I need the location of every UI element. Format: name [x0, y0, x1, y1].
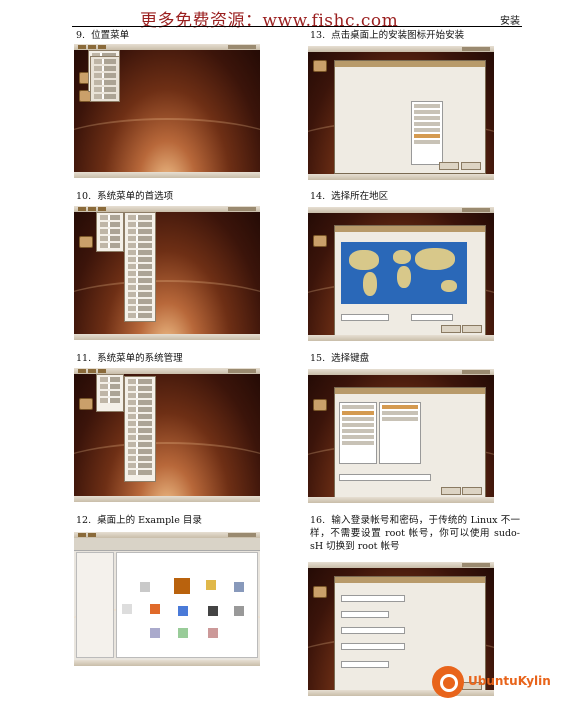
step-caption: 10. 系统菜单的首选项 [76, 190, 173, 203]
step-number: 12. [76, 515, 92, 526]
screenshot-timezone-map [308, 207, 494, 341]
step-title: 系统菜单的首选项 [97, 191, 174, 202]
step-caption: 15. 选择键盘 [310, 352, 369, 365]
screenshot-preferences-menu [74, 206, 260, 340]
step-title: 选择所在地区 [331, 191, 389, 202]
ubuntu-circle-icon [432, 666, 464, 698]
step-caption: 11. 系统菜单的系统管理 [76, 352, 183, 365]
step-number: 9. [76, 30, 86, 41]
step-number: 16. [310, 515, 326, 526]
step-caption: 13. 点击桌面上的安装图标开始安装 [310, 29, 464, 42]
step-number: 13. [310, 30, 326, 41]
header-rule [72, 26, 522, 27]
screenshot-keyboard-layout [308, 369, 494, 503]
section-tag: 安装 [500, 16, 520, 27]
logo-text: UbuntuKylin [468, 674, 551, 688]
step-title: 选择键盘 [331, 353, 370, 364]
screenshot-places-menu [74, 44, 260, 178]
step-caption: 14. 选择所在地区 [310, 190, 388, 203]
step-caption: 12. 桌面上的 Example 目录 [76, 514, 202, 527]
step-title: 系统菜单的系统管理 [97, 353, 183, 364]
step-title: 桌面上的 Example 目录 [97, 515, 202, 526]
step-number: 10. [76, 191, 92, 202]
ubuntukylin-logo: UbuntuKylin [432, 664, 551, 700]
step-caption: 9. 位置菜单 [76, 29, 129, 42]
step-caption: 16. 输入登录帐号和密码，于传统的 Linux 不一样，不需要设置 root 帐… [310, 514, 520, 553]
step-number: 11. [76, 353, 92, 364]
screenshot-installer-welcome [308, 46, 494, 180]
watermark: 更多免费资源：www.fishc.com [140, 11, 399, 31]
step-number: 14. [310, 191, 326, 202]
screenshot-examples-folder [74, 532, 260, 666]
step-title: 输入登录帐号和密码，于传统的 Linux 不一样，不需要设置 root 帐号，你… [310, 515, 520, 552]
step-title: 位置菜单 [91, 30, 130, 41]
step-number: 15. [310, 353, 326, 364]
screenshot-administration-menu [74, 368, 260, 502]
step-title: 点击桌面上的安装图标开始安装 [331, 30, 465, 41]
